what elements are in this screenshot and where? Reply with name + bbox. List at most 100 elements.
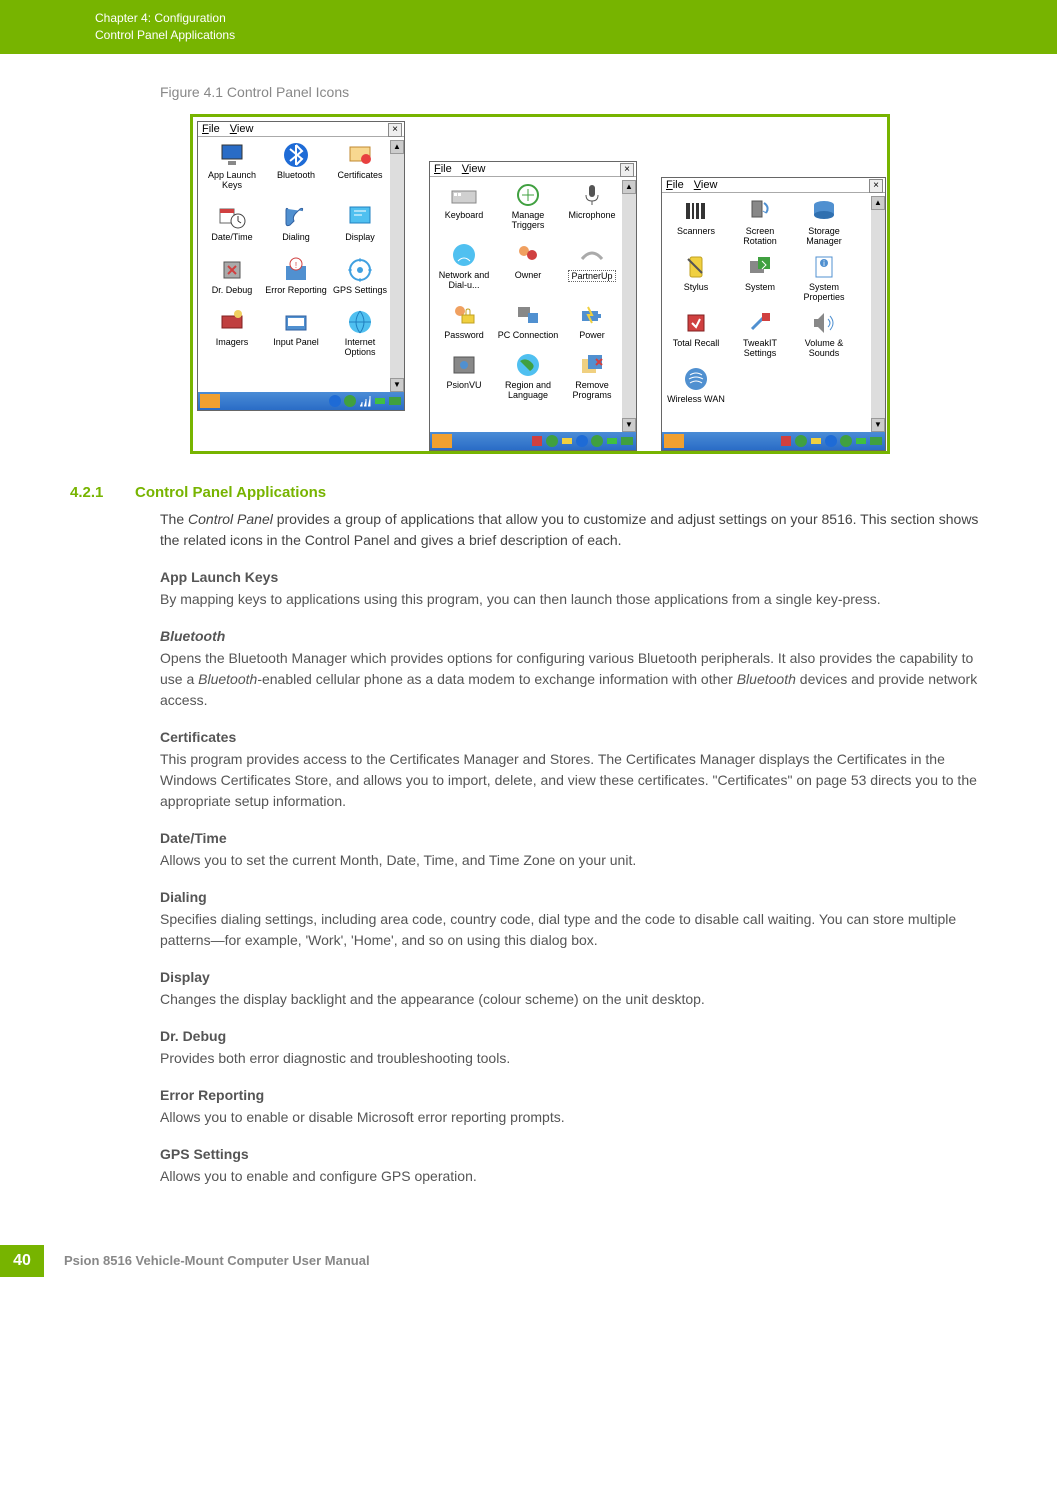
cp-icon-gps[interactable]: GPS Settings — [328, 256, 392, 307]
scroll-up-icon[interactable]: ▲ — [871, 196, 885, 210]
start-icon[interactable] — [200, 394, 220, 408]
tray-battery-icon[interactable] — [854, 434, 868, 448]
start-icon[interactable] — [664, 434, 684, 448]
cp-icon-tweakit[interactable]: TweakIT Settings — [728, 309, 792, 363]
cp-icon-internet-options[interactable]: Internet Options — [328, 308, 392, 369]
tray-bluetooth-icon[interactable] — [824, 434, 838, 448]
tray-network-icon[interactable] — [343, 394, 357, 408]
cp-icon-partnerup[interactable]: PartnerUp — [560, 241, 624, 299]
remove-icon — [578, 351, 606, 379]
item-heading: GPS Settings — [160, 1146, 997, 1162]
cp-icon-screen-rotation[interactable]: Screen Rotation — [728, 197, 792, 251]
scanner-icon — [682, 197, 710, 225]
cp-icon-imagers[interactable]: Imagers — [200, 308, 264, 369]
menu-view[interactable]: View — [230, 123, 254, 135]
menu-file[interactable]: File — [202, 123, 220, 135]
tray-icon[interactable] — [590, 434, 604, 448]
tray-battery-icon[interactable] — [373, 394, 387, 408]
cp-icon-input-panel[interactable]: Input Panel — [264, 308, 328, 369]
close-icon[interactable]: × — [388, 123, 402, 137]
close-icon[interactable]: × — [869, 179, 883, 193]
cp-icon-system-properties[interactable]: iSystem Properties — [792, 253, 856, 307]
window-menubar: File View × — [662, 178, 885, 193]
cp-icon-password[interactable]: Password — [432, 301, 496, 349]
cp-icon-manage-triggers[interactable]: Manage Triggers — [496, 181, 560, 239]
cp-icon-system[interactable]: System — [728, 253, 792, 307]
tray-keyboard-icon[interactable] — [388, 394, 402, 408]
cp-icon-keyboard[interactable]: Keyboard — [432, 181, 496, 239]
item-body: Allows you to enable or disable Microsof… — [160, 1107, 997, 1128]
tray-icon[interactable] — [779, 434, 793, 448]
tray-bluetooth-icon[interactable] — [328, 394, 342, 408]
scroll-down-icon[interactable]: ▼ — [622, 418, 636, 432]
tray-icon[interactable] — [530, 434, 544, 448]
tray-icon[interactable] — [794, 434, 808, 448]
clock-calendar-icon — [218, 203, 246, 231]
cp-icon-scanners[interactable]: Scanners — [664, 197, 728, 251]
scroll-up-icon[interactable]: ▲ — [622, 180, 636, 194]
cp-icon-microphone[interactable]: Microphone — [560, 181, 624, 239]
cp-icon-pc-connection[interactable]: PC Connection — [496, 301, 560, 349]
cp-icon-region[interactable]: Region and Language — [496, 351, 560, 409]
cp-icon-remove-programs[interactable]: Remove Programs — [560, 351, 624, 409]
tray-battery-icon[interactable] — [605, 434, 619, 448]
cp-icon-network[interactable]: Network and Dial-u... — [432, 241, 496, 299]
tray-bluetooth-icon[interactable] — [575, 434, 589, 448]
svg-text:i: i — [823, 259, 825, 268]
tray-signal-icon[interactable] — [358, 394, 372, 408]
scrollbar[interactable]: ▲ ▼ — [622, 180, 636, 432]
tray-keyboard-icon[interactable] — [620, 434, 634, 448]
menu-view[interactable]: View — [462, 163, 486, 175]
tweakit-icon — [746, 309, 774, 337]
cp-icon-stylus[interactable]: Stylus — [664, 253, 728, 307]
item-heading: Display — [160, 969, 997, 985]
tray-icon[interactable] — [809, 434, 823, 448]
cp-icon-datetime[interactable]: Date/Time — [200, 203, 264, 254]
cp-icon-dialing[interactable]: Dialing — [264, 203, 328, 254]
cp-icon-wireless-wan[interactable]: Wireless WAN — [664, 365, 728, 409]
cp-icon-bluetooth[interactable]: Bluetooth — [264, 141, 328, 202]
cp-icon-total-recall[interactable]: Total Recall — [664, 309, 728, 363]
cp-icon-drdebug[interactable]: Dr. Debug — [200, 256, 264, 307]
cp-icon-display[interactable]: Display — [328, 203, 392, 254]
monitor-icon — [218, 141, 246, 169]
tray-icon[interactable] — [560, 434, 574, 448]
cp-icon-power[interactable]: Power — [560, 301, 624, 349]
cp-icon-app-launch-keys[interactable]: App Launch Keys — [200, 141, 264, 202]
item-heading: Dr. Debug — [160, 1028, 997, 1044]
tray-icon[interactable] — [839, 434, 853, 448]
cp-icon-storage-manager[interactable]: Storage Manager — [792, 197, 856, 251]
figure-caption: Figure 4.1 Control Panel Icons — [160, 84, 997, 100]
cp-icon-psionvu[interactable]: PsionVU — [432, 351, 496, 409]
scrollbar[interactable]: ▲ ▼ — [390, 140, 404, 392]
item-datetime: Date/Time Allows you to set the current … — [95, 830, 997, 871]
start-icon[interactable] — [432, 434, 452, 448]
close-icon[interactable]: × — [620, 163, 634, 177]
section-heading-row: 4.2.1 Control Panel Applications — [95, 484, 997, 501]
scrollbar[interactable]: ▲ ▼ — [871, 196, 885, 432]
speaker-icon — [810, 309, 838, 337]
cp-icon-owner[interactable]: Owner — [496, 241, 560, 299]
control-panel-window-1: File View × App Launch Keys Bluetooth Ce… — [197, 121, 405, 411]
item-heading: Date/Time — [160, 830, 997, 846]
item-gps-settings: GPS Settings Allows you to enable and co… — [95, 1146, 997, 1187]
cp-icon-error-reporting[interactable]: !Error Reporting — [264, 256, 328, 307]
figure-screenshot-composite: File View × App Launch Keys Bluetooth Ce… — [190, 114, 890, 454]
icon-grid-2: Keyboard Manage Triggers Microphone Netw… — [430, 177, 636, 415]
taskbar — [662, 432, 885, 450]
tray-keyboard-icon[interactable] — [869, 434, 883, 448]
scroll-down-icon[interactable]: ▼ — [390, 378, 404, 392]
menu-view[interactable]: View — [694, 179, 718, 191]
page-number: 40 — [0, 1245, 44, 1277]
scroll-down-icon[interactable]: ▼ — [871, 418, 885, 432]
tray-icon[interactable] — [545, 434, 559, 448]
item-body: Provides both error diagnostic and troub… — [160, 1048, 997, 1069]
menu-file[interactable]: File — [434, 163, 452, 175]
control-panel-window-3: File View × Scanners Screen Rotation Sto… — [661, 177, 886, 451]
partnerup-icon — [578, 241, 606, 269]
menu-file[interactable]: File — [666, 179, 684, 191]
scroll-up-icon[interactable]: ▲ — [390, 140, 404, 154]
bluetooth-icon — [282, 141, 310, 169]
cp-icon-volume[interactable]: Volume & Sounds — [792, 309, 856, 363]
cp-icon-certificates[interactable]: Certificates — [328, 141, 392, 202]
